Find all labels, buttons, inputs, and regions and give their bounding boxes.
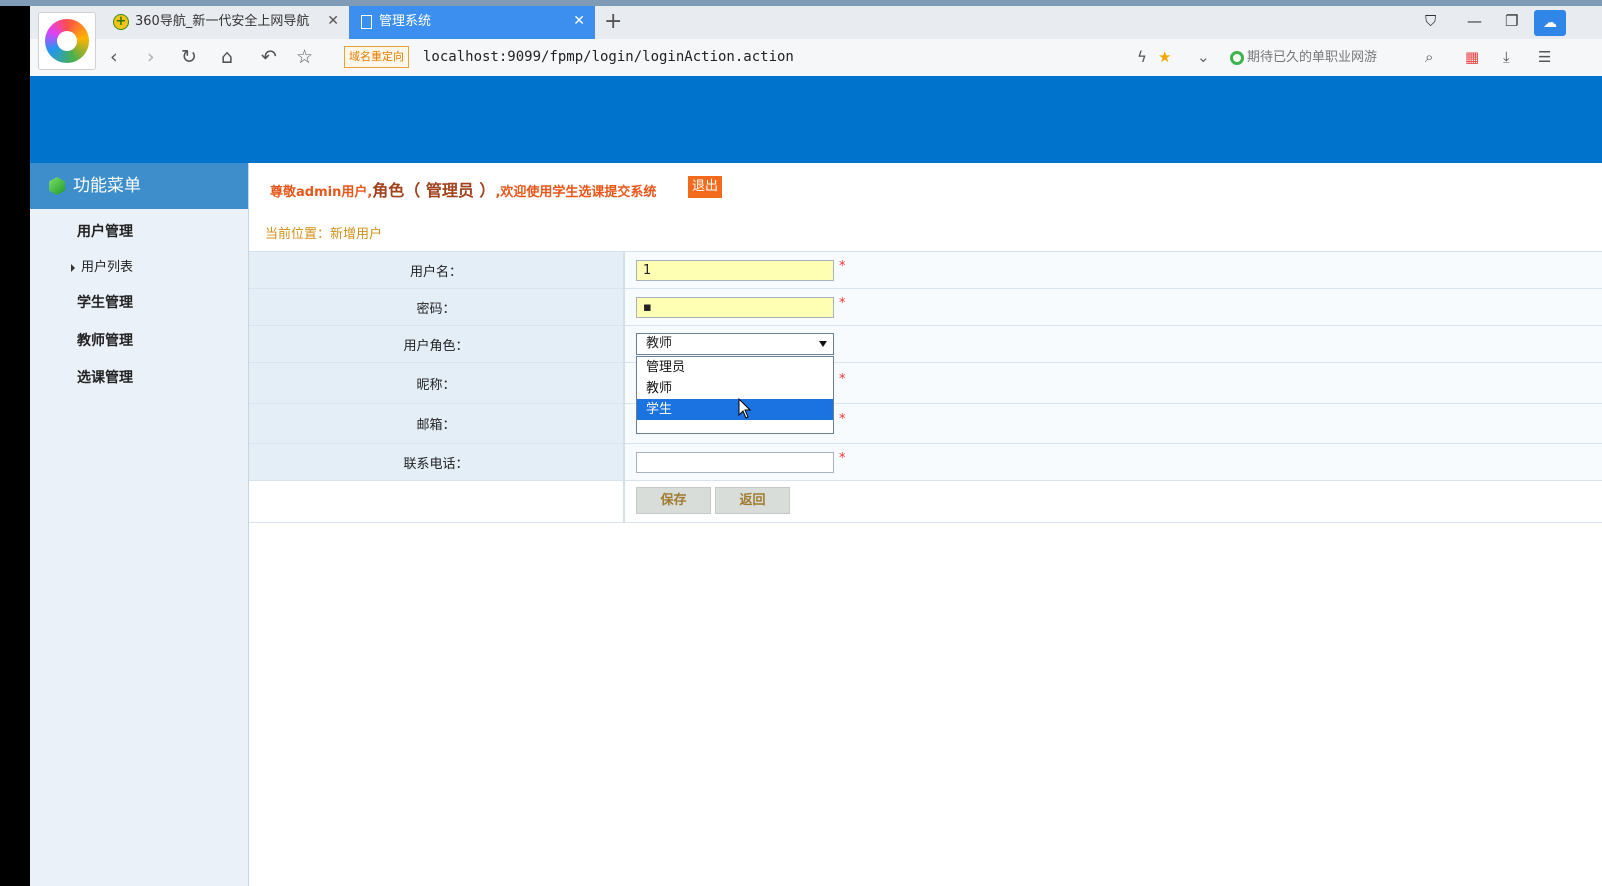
form-row-email: 邮箱： *: [249, 403, 1602, 444]
role-label: 用户角色：: [249, 325, 625, 363]
browser-logo[interactable]: [38, 12, 96, 70]
password-label: 密码：: [249, 288, 625, 326]
chevron-down-icon[interactable]: ⌄: [1197, 39, 1210, 76]
phone-label: 联系电话：: [249, 443, 625, 481]
news-text[interactable]: 期待已久的单职业网游: [1247, 50, 1377, 65]
new-tab-icon[interactable]: +: [604, 6, 622, 39]
sidebar-item-user-management[interactable]: 用户管理: [77, 221, 133, 241]
news-circle-icon: [1230, 50, 1244, 65]
required-mark: *: [839, 259, 846, 274]
sidebar-header: 功能菜单: [30, 163, 248, 209]
lightning-icon[interactable]: ϟ: [1137, 39, 1147, 76]
news-ticker[interactable]: 期待已久的单职业网游: [1230, 39, 1377, 76]
forward-icon[interactable]: ›: [147, 39, 155, 76]
form-row-role: 用户角色： 教师: [249, 325, 1602, 363]
tab-admin-system[interactable]: 管理系统 ✕: [349, 6, 595, 39]
page-icon: [361, 15, 372, 29]
form-row-phone: 联系电话： *: [249, 443, 1602, 481]
mouse-cursor-icon: [738, 398, 752, 419]
role-option-admin[interactable]: 管理员: [637, 357, 833, 378]
nickname-label: 昵称：: [249, 362, 625, 404]
required-mark: *: [839, 372, 846, 387]
star-filled-icon[interactable]: ★: [1158, 39, 1171, 76]
back-button[interactable]: 返回: [715, 487, 790, 514]
tab-label: 360导航_新一代安全上网导航: [135, 14, 310, 29]
welcome-role: 角色（ 管理员 ）: [372, 181, 496, 200]
role-option-student[interactable]: 学生: [637, 399, 833, 420]
back-icon[interactable]: ‹: [110, 39, 118, 76]
screen-left-edge: [0, 6, 30, 886]
phone-input[interactable]: [636, 452, 834, 473]
email-label: 邮箱：: [249, 403, 625, 444]
role-select-value: 教师: [646, 336, 673, 351]
sidebar: 功能菜单 用户管理 用户列表 学生管理 教师管理 选课管理: [30, 163, 249, 886]
welcome-prefix: 尊敬admin用户,: [270, 185, 373, 200]
address-bar-row: ‹ › ↻ ⌂ ↶ ☆ 域名重定向 localhost:9099/fpmp/lo…: [30, 39, 1602, 77]
username-input[interactable]: 1: [636, 260, 834, 281]
browser-window: + 360导航_新一代安全上网导航 ✕ 管理系统 ✕ + ⛉ — ❐ ☁ ‹ ›…: [30, 6, 1602, 886]
close-icon[interactable]: ✕: [327, 6, 339, 37]
sidebar-title: 功能菜单: [73, 176, 141, 196]
form-row-password: 密码： ▪ *: [249, 288, 1602, 326]
caret-right-icon: [71, 263, 75, 272]
form-row-username: 用户名： 1 *: [249, 251, 1602, 289]
role-select[interactable]: 教师: [636, 333, 834, 355]
required-mark: *: [839, 412, 846, 427]
required-mark: *: [839, 451, 846, 466]
url-text[interactable]: localhost:9099/fpmp/login/loginAction.ac…: [423, 43, 794, 71]
tab-360-nav[interactable]: + 360导航_新一代安全上网导航 ✕: [105, 6, 349, 39]
cloud-icon[interactable]: ☁: [1534, 10, 1566, 36]
dropdown-arrow-icon: [819, 341, 827, 347]
undo-icon[interactable]: ↶: [261, 39, 277, 76]
sidebar-item-course-management[interactable]: 选课管理: [77, 367, 133, 387]
minimize-icon[interactable]: —: [1467, 6, 1482, 39]
page-banner: [30, 76, 1602, 163]
tab-bar: + 360导航_新一代安全上网导航 ✕ 管理系统 ✕ + ⛉ — ❐ ☁: [30, 6, 1602, 39]
favorite-icon[interactable]: ☆: [296, 39, 313, 76]
form-row-nickname: 昵称： *: [249, 362, 1602, 404]
tab-label: 管理系统: [379, 14, 432, 29]
home-icon[interactable]: ⌂: [221, 39, 233, 76]
role-dropdown-list: 管理员 教师 学生: [636, 356, 834, 434]
main-content: 尊敬admin用户,角色（ 管理员 ）,欢迎使用学生选课提交系统 退出 当前位置…: [249, 163, 1602, 886]
apps-grid-icon[interactable]: ▦: [1465, 39, 1479, 76]
shirt-icon[interactable]: ⛉: [1425, 6, 1436, 39]
sidebar-item-label: 用户列表: [81, 260, 134, 275]
user-form: 用户名： 1 * 密码： ▪ * 用户角色： 教师 昵称： * 邮箱： * 联系…: [249, 251, 1602, 523]
menu-icon[interactable]: ☰: [1538, 39, 1551, 76]
close-icon[interactable]: ✕: [573, 6, 585, 37]
url-box[interactable]: 域名重定向 localhost:9099/fpmp/login/loginAct…: [342, 43, 1142, 71]
cube-icon: [49, 177, 65, 195]
welcome-message: 尊敬admin用户,角色（ 管理员 ）,欢迎使用学生选课提交系统: [270, 177, 656, 201]
restore-icon[interactable]: ❐: [1505, 6, 1518, 39]
plus-shield-icon: +: [113, 14, 129, 30]
sidebar-item-user-list[interactable]: 用户列表: [71, 256, 133, 275]
sidebar-item-student-management[interactable]: 学生管理: [77, 292, 133, 312]
refresh-icon[interactable]: ↻: [181, 39, 197, 76]
welcome-suffix: ,欢迎使用学生选课提交系统: [495, 185, 657, 200]
search-icon[interactable]: ⌕: [1425, 39, 1433, 76]
form-row-actions: 保存 返回: [249, 480, 1602, 523]
username-label: 用户名：: [249, 251, 625, 289]
logout-button[interactable]: 退出: [688, 176, 723, 198]
breadcrumb: 当前位置：新增用户: [265, 227, 383, 242]
sidebar-item-teacher-management[interactable]: 教师管理: [77, 330, 133, 350]
password-input[interactable]: ▪: [636, 297, 834, 318]
role-option-teacher[interactable]: 教师: [637, 378, 833, 399]
save-button[interactable]: 保存: [636, 487, 711, 514]
download-icon[interactable]: ⤓: [1503, 39, 1510, 76]
redirect-badge[interactable]: 域名重定向: [344, 46, 409, 68]
required-mark: *: [839, 296, 846, 311]
